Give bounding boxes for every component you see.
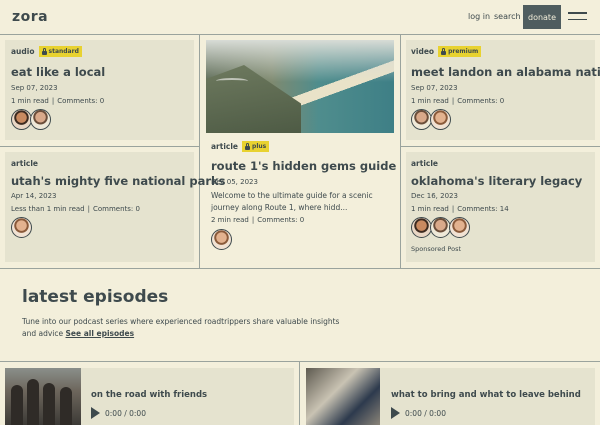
avatar[interactable] — [411, 109, 432, 130]
card-date: Sep 07, 2023 — [11, 84, 58, 92]
site-logo[interactable]: zora — [12, 9, 48, 25]
lock-icon — [41, 47, 47, 55]
grid-divider-right — [400, 34, 401, 268]
menu-icon[interactable] — [568, 12, 587, 22]
card-type-row: video premium — [411, 46, 482, 57]
avatar[interactable] — [411, 217, 432, 238]
read-time: 1 min read — [11, 97, 49, 105]
read-time: 2 min read — [211, 216, 249, 224]
avatar[interactable] — [11, 109, 32, 130]
comment-count[interactable]: Comments: 0 — [457, 97, 504, 105]
avatar[interactable] — [30, 109, 51, 130]
card-meta: 1 min read | Comments: 0 — [411, 97, 504, 105]
card-meta: 2 min read | Comments: 0 — [211, 216, 304, 224]
badge-label: premium — [448, 48, 479, 55]
avatar[interactable] — [449, 217, 470, 238]
audio-time: 0:00 / 0:00 — [405, 408, 446, 418]
search-link[interactable]: search — [494, 12, 521, 21]
card-type-row: article — [11, 159, 38, 168]
audio-time: 0:00 / 0:00 — [105, 408, 146, 418]
badge-label: standard — [48, 48, 79, 55]
header-divider — [0, 34, 600, 35]
avatar[interactable] — [211, 229, 232, 250]
grid-divider-bottom — [0, 268, 600, 269]
membership-badge: premium — [438, 46, 482, 57]
meta-separator: | — [51, 97, 55, 105]
card-title[interactable]: utah's mighty five national parks — [11, 174, 226, 188]
sponsored-label: Sponsored Post — [411, 245, 462, 253]
comment-count[interactable]: Comments: 0 — [57, 97, 104, 105]
read-time: 1 min read — [411, 205, 449, 213]
card-date: Dec 16, 2023 — [411, 192, 458, 200]
episodes-heading: latest episodes — [22, 287, 169, 307]
grid-divider-row-right — [400, 146, 600, 147]
author-avatars — [411, 109, 451, 130]
author-avatars — [211, 229, 232, 250]
card-meta: 1 min read | Comments: 14 — [411, 205, 509, 213]
meta-separator: | — [451, 205, 455, 213]
card-title[interactable]: route 1's hidden gems guide — [211, 159, 396, 173]
comment-count[interactable]: Comments: 14 — [457, 205, 508, 213]
see-all-episodes-link[interactable]: See all episodes — [66, 329, 135, 338]
avatar[interactable] — [11, 217, 32, 238]
card-type: article — [211, 142, 239, 151]
donate-button[interactable]: donate — [523, 5, 561, 29]
lock-icon — [441, 47, 447, 55]
episodes-divider — [0, 361, 600, 362]
audio-player: 0:00 / 0:00 — [391, 407, 446, 419]
audio-player: 0:00 / 0:00 — [91, 407, 146, 419]
card-title[interactable]: eat like a local — [11, 65, 105, 79]
comment-count[interactable]: Comments: 0 — [257, 216, 304, 224]
card-title[interactable]: meet landon an alabama native — [411, 65, 600, 79]
card-meta: Less than 1 min read | Comments: 0 — [11, 205, 140, 213]
card-type-row: article — [411, 159, 438, 168]
card-type: video — [411, 47, 435, 56]
episode-thumbnail[interactable] — [5, 368, 81, 425]
card-date: Apr 14, 2023 — [11, 192, 57, 200]
grid-divider-left — [199, 34, 200, 268]
avatar[interactable] — [430, 217, 451, 238]
meta-separator: | — [451, 97, 455, 105]
meta-separator: | — [251, 216, 255, 224]
badge-label: plus — [252, 143, 267, 150]
login-link[interactable]: log in — [468, 12, 490, 21]
play-icon[interactable] — [391, 407, 400, 419]
grid-divider-row-left — [0, 146, 199, 147]
avatar[interactable] — [430, 109, 451, 130]
card-type: article — [11, 159, 39, 168]
membership-badge: plus — [242, 141, 270, 152]
episode-thumbnail[interactable] — [306, 368, 380, 425]
card-date: Sep 07, 2023 — [411, 84, 458, 92]
read-time: 1 min read — [411, 97, 449, 105]
meta-separator: | — [87, 205, 90, 213]
play-icon[interactable] — [91, 407, 100, 419]
episode-title[interactable]: on the road with friends — [91, 390, 207, 400]
card-excerpt: Welcome to the ultimate guide for a scen… — [211, 191, 373, 212]
episodes-description: Tune into our podcast series where exper… — [22, 316, 342, 340]
comment-count[interactable]: Comments: 0 — [93, 205, 140, 213]
author-avatars — [411, 217, 470, 238]
card-hero-image[interactable] — [206, 40, 394, 133]
read-time: Less than 1 min read — [11, 205, 85, 213]
membership-badge: standard — [38, 46, 82, 57]
card-type-row: article plus — [211, 141, 270, 152]
card-type: audio — [11, 47, 35, 56]
card-title[interactable]: oklahoma's literary legacy — [411, 174, 582, 188]
author-avatars — [11, 217, 32, 238]
card-type-row: audio standard — [11, 46, 82, 57]
episode-title[interactable]: what to bring and what to leave behind — [391, 390, 581, 400]
card-meta: 1 min read | Comments: 0 — [11, 97, 104, 105]
author-avatars — [11, 109, 51, 130]
episodes-column-divider — [299, 361, 300, 425]
lock-icon — [245, 142, 251, 150]
card-type: article — [411, 159, 439, 168]
